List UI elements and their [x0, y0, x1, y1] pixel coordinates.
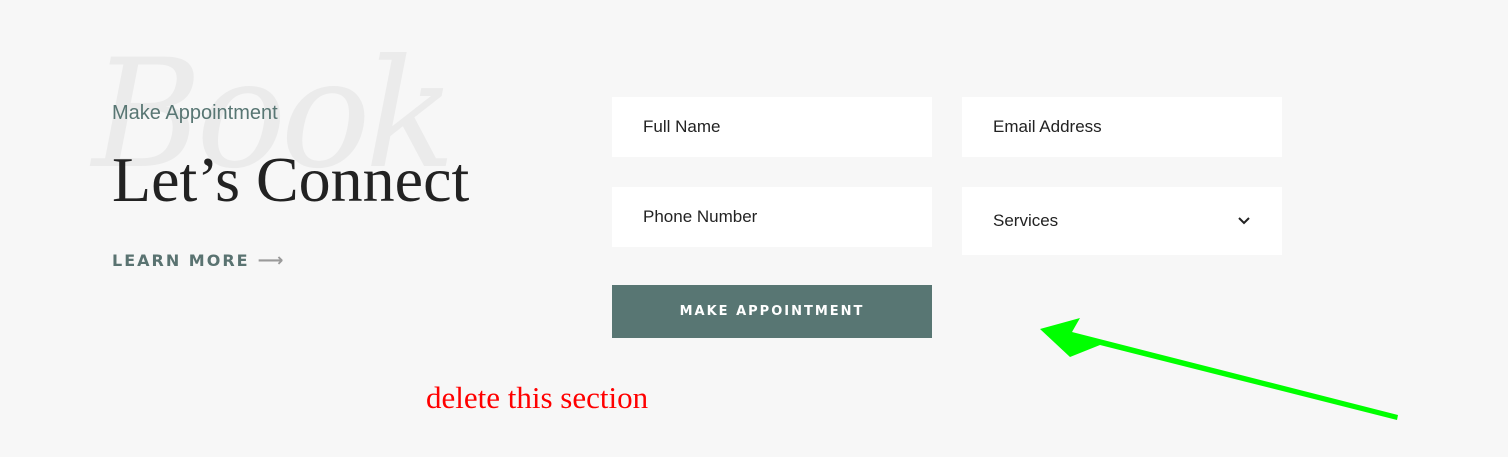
email-field-wrapper — [962, 97, 1282, 157]
annotation-text: delete this section — [426, 380, 649, 415]
phone-field-wrapper — [612, 187, 932, 247]
arrow-right-icon: ⟶ — [257, 250, 284, 271]
services-select[interactable]: Services — [962, 187, 1282, 255]
phone-input[interactable] — [643, 207, 932, 227]
services-selected-value: Services — [993, 211, 1059, 230]
full-name-field-wrapper — [612, 97, 932, 157]
email-input[interactable] — [993, 117, 1282, 137]
chevron-down-icon — [1238, 217, 1250, 225]
section-heading: Let’s Connect — [112, 144, 470, 215]
learn-more-link[interactable]: LEARN MORE ⟶ — [112, 250, 283, 271]
section-eyebrow: Make Appointment — [112, 102, 278, 124]
full-name-input[interactable] — [643, 117, 932, 137]
make-appointment-button[interactable]: MAKE APPOINTMENT — [612, 285, 932, 338]
learn-more-label: LEARN MORE — [112, 251, 250, 270]
